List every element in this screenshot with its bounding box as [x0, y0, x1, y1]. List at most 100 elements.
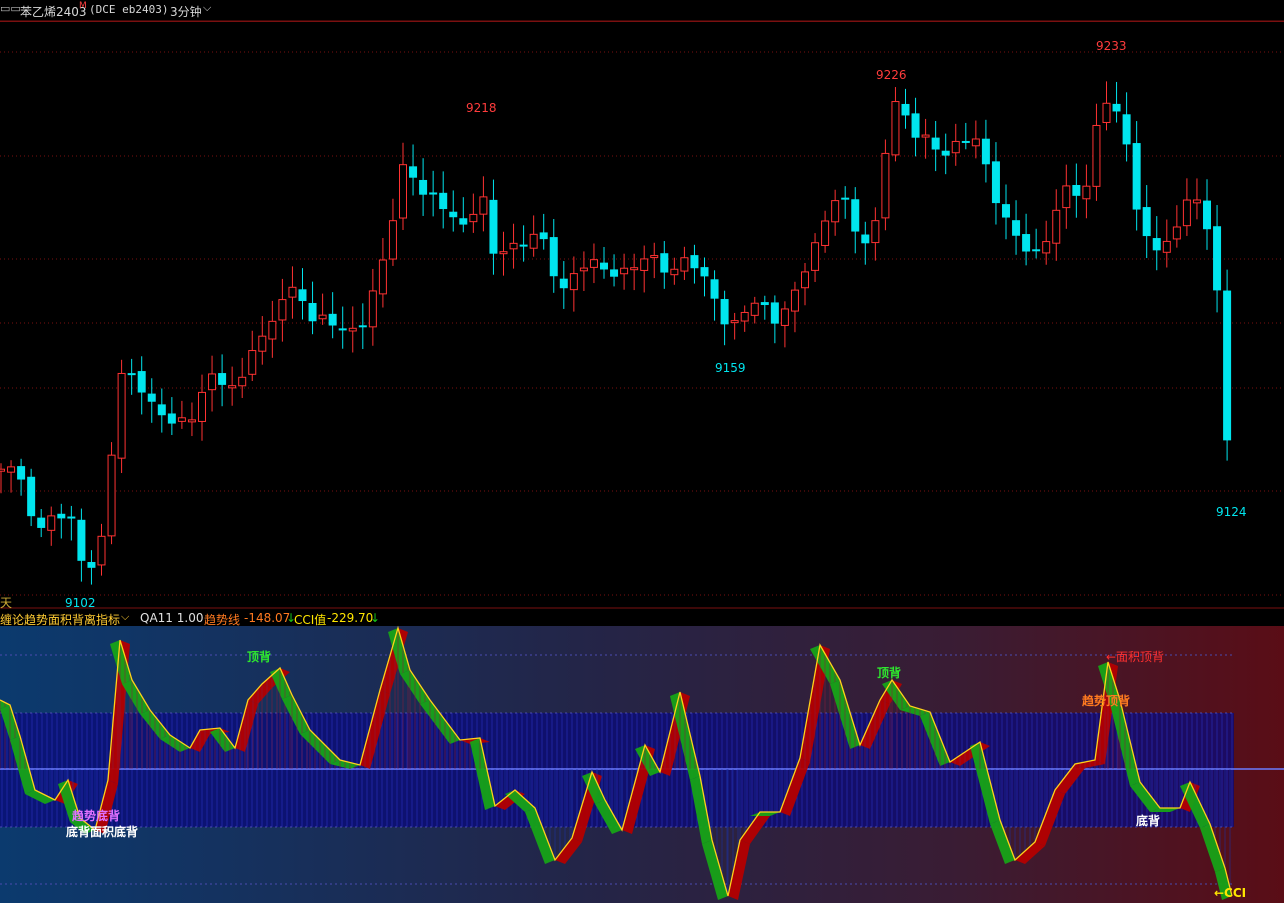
candle-body — [1012, 220, 1021, 236]
candle-body — [388, 220, 397, 260]
price-label-high: 9233 — [1096, 39, 1127, 53]
candle-body — [750, 302, 759, 316]
candle-body — [891, 101, 900, 156]
candle-body — [851, 199, 860, 232]
candle-body — [921, 134, 930, 138]
candlestick-series[interactable] — [0, 81, 1232, 585]
candle-body — [328, 313, 337, 326]
candle-body — [1162, 240, 1171, 253]
candle-body — [861, 234, 870, 244]
candle-body — [790, 289, 799, 312]
candle-body — [348, 327, 357, 332]
candle-body — [469, 213, 478, 223]
candle-body — [931, 137, 940, 150]
price-label-high: 9218 — [466, 101, 497, 115]
candle-body — [318, 314, 327, 320]
candle-body — [951, 140, 960, 154]
candle-body — [177, 417, 186, 422]
candle-body — [338, 328, 347, 331]
candle-body — [378, 259, 387, 295]
candle-body — [1072, 184, 1081, 196]
period-selector[interactable]: 3分钟 — [170, 3, 202, 20]
candle-body — [288, 286, 297, 298]
candle-body — [730, 320, 739, 324]
candle-body — [208, 373, 217, 391]
cci-label: CCI值 — [294, 613, 327, 627]
candle-body — [1022, 234, 1031, 252]
candle-body — [187, 419, 196, 423]
candle-body — [1102, 102, 1111, 123]
chart-canvas[interactable] — [0, 0, 1284, 903]
candle-body — [1223, 290, 1232, 441]
candle-body — [1213, 226, 1222, 291]
candle-body — [529, 233, 538, 249]
candle-body — [107, 454, 116, 537]
candle-body — [680, 257, 689, 272]
chevron-down-icon[interactable]: ⌵ — [203, 1, 211, 15]
candle-body — [1182, 199, 1191, 227]
candle-body — [7, 466, 16, 473]
candle-body — [419, 179, 428, 195]
candle-body — [941, 150, 950, 156]
candle-body — [157, 404, 166, 416]
candle-body — [981, 138, 990, 165]
candle-body — [610, 269, 619, 277]
candle-body — [881, 152, 890, 219]
candle-body — [117, 372, 126, 459]
candle-body — [780, 308, 789, 326]
candle-body — [991, 161, 1000, 204]
area-bottom-divergence-label: 底背面积底背 — [66, 825, 139, 839]
price-label-low: 9124 — [1216, 505, 1247, 519]
price-grid — [0, 20, 1284, 609]
candle-body — [238, 376, 247, 387]
candle-body — [1052, 209, 1061, 244]
trend-line-label: 趋势线 — [204, 613, 241, 627]
candle-body — [600, 262, 608, 270]
top-divergence-label: 顶背 — [247, 650, 272, 664]
candle-body — [1112, 103, 1121, 112]
candle-body — [1002, 204, 1010, 218]
candle-body — [147, 393, 156, 402]
trend-top-divergence-label: 趋势顶背 — [1082, 694, 1131, 708]
indicator-name[interactable]: 缠论趋势面积背离指标 — [0, 611, 120, 628]
candle-body — [47, 515, 56, 531]
candle-body — [137, 371, 146, 393]
candle-body — [811, 242, 820, 271]
candle-body — [0, 468, 5, 472]
window-restore-icon[interactable]: ▭▭ — [0, 2, 21, 15]
candle-body — [1132, 143, 1141, 210]
candle-body — [459, 218, 468, 225]
candle-body — [77, 519, 86, 561]
bottom-divergence-label: 底背 — [1136, 814, 1161, 828]
candle-body — [841, 197, 850, 200]
candle-body — [298, 289, 307, 302]
candle-body — [911, 113, 920, 138]
candle-body — [218, 373, 227, 385]
symbol-name[interactable]: 苯乙烯2403 — [20, 3, 87, 20]
candle-body — [258, 335, 267, 352]
chevron-down-icon[interactable]: ⌵ — [121, 610, 129, 624]
top-divergence-label: 顶背 — [877, 666, 902, 680]
candle-body — [650, 255, 659, 259]
main-contract-mark: M — [79, 1, 87, 11]
candle-body — [961, 140, 970, 143]
candle-body — [1082, 185, 1091, 200]
candle-body — [569, 273, 578, 291]
candle-body — [1042, 241, 1051, 254]
candle-body — [770, 302, 779, 324]
price-label-high: 9226 — [876, 68, 907, 82]
trend-line-value: -148.07 — [244, 611, 291, 625]
candle-body — [640, 258, 649, 271]
candle-body — [720, 299, 729, 325]
candle-body — [228, 385, 237, 389]
candle-body — [579, 267, 588, 272]
candle-body — [559, 278, 568, 289]
cci-value: -229.70 — [327, 611, 374, 625]
candle-body — [399, 164, 407, 219]
candle-body — [700, 267, 709, 277]
candle-body — [740, 311, 749, 322]
candle-body — [660, 253, 669, 273]
candle-body — [901, 103, 910, 116]
candle-body — [710, 279, 719, 299]
candle-body — [268, 320, 277, 340]
